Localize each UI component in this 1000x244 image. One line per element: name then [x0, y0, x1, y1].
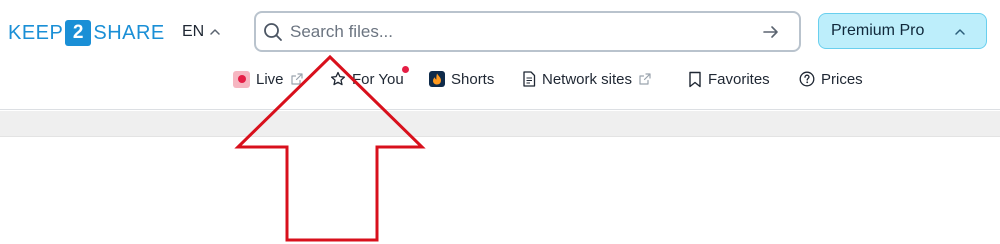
nav-item-favorites[interactable]: Favorites — [688, 66, 770, 92]
language-label: EN — [182, 23, 205, 40]
site-header: KEEP 2 SHARE EN Premium Pro Live For You… — [0, 0, 1000, 110]
nav-label-live: Live — [256, 70, 284, 88]
nav-item-shorts[interactable]: Shorts — [429, 66, 494, 92]
search-icon — [264, 23, 282, 41]
flame-icon — [429, 71, 445, 87]
external-link-icon — [639, 73, 651, 85]
content-divider-band — [0, 111, 1000, 137]
nav-label-network-sites: Network sites — [542, 70, 633, 88]
external-link-icon — [290, 73, 303, 85]
star-icon — [330, 71, 346, 86]
nav-item-prices[interactable]: Prices — [799, 66, 863, 92]
nav-label-favorites: Favorites — [708, 70, 770, 88]
document-icon — [523, 71, 536, 87]
nav-label-shorts: Shorts — [451, 70, 495, 88]
nav-label-for-you: For You — [352, 70, 404, 88]
search-box[interactable] — [254, 11, 801, 52]
question-circle-icon — [799, 71, 815, 87]
arrow-right-icon[interactable] — [761, 22, 781, 42]
language-selector[interactable]: EN — [182, 20, 221, 44]
chevron-up-icon — [210, 29, 220, 35]
notification-dot — [402, 66, 409, 73]
premium-label: Premium Pro — [831, 22, 925, 39]
nav-item-for-you[interactable]: For You — [330, 66, 404, 92]
logo-text-left: KEEP — [8, 21, 64, 44]
logo-text-right: SHARE — [93, 21, 165, 44]
search-input[interactable] — [290, 19, 750, 45]
logo[interactable]: KEEP 2 SHARE — [8, 20, 165, 46]
live-dot-icon — [233, 70, 250, 88]
bookmark-icon — [689, 71, 701, 87]
premium-pro-button[interactable]: Premium Pro — [818, 13, 987, 49]
logo-number: 2 — [65, 20, 92, 46]
nav-label-prices: Prices — [821, 70, 863, 88]
nav-item-live[interactable]: Live — [233, 66, 304, 92]
chevron-up-icon — [955, 29, 965, 35]
nav-item-network-sites[interactable]: Network sites — [522, 66, 652, 92]
